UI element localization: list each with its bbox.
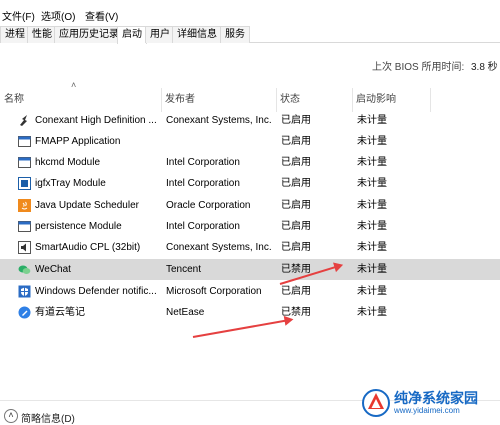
row-status: 已启用: [281, 115, 311, 126]
audio-icon: [18, 241, 31, 254]
row-impact: 未计量: [357, 178, 387, 189]
row-name: Conexant High Definition ...: [35, 115, 157, 126]
tab-performance[interactable]: 性能: [27, 26, 57, 43]
row-publisher: NetEase: [166, 307, 205, 318]
intel-graphics-icon: [18, 177, 31, 190]
generic-app-icon: [18, 221, 31, 232]
youdao-note-icon: [18, 306, 31, 319]
row-status: 已启用: [281, 221, 311, 232]
row-status: 已启用: [281, 200, 311, 211]
watermark: 纯净系统家园 www.yidaimei.com: [362, 387, 492, 419]
row-status: 已启用: [281, 286, 311, 297]
row-status: 已启用: [281, 157, 311, 168]
defender-icon: [18, 285, 31, 298]
row-publisher: Tencent: [166, 264, 202, 275]
menu-options[interactable]: 选项(O): [41, 8, 75, 23]
row-status: 已启用: [281, 178, 311, 189]
column-name[interactable]: 名称: [0, 88, 24, 112]
row-name: Windows Defender notific...: [35, 286, 157, 297]
watermark-title: 纯净系统家园: [394, 390, 478, 406]
watermark-logo-icon: [362, 389, 390, 417]
tab-processes[interactable]: 进程: [0, 26, 30, 43]
generic-app-icon: [18, 136, 31, 147]
tab-strip: 进程 性能 应用历史记录 启动 用户 详细信息 服务: [0, 26, 500, 44]
row-name: persistence Module: [35, 221, 122, 232]
menu-view[interactable]: 查看(V): [85, 8, 118, 23]
java-icon: [18, 199, 31, 212]
column-publisher[interactable]: 发布者: [161, 88, 195, 112]
row-impact: 未计量: [357, 286, 387, 297]
bios-time-label: 上次 BIOS 所用时间:: [372, 62, 465, 73]
generic-app-icon: [18, 157, 31, 168]
row-impact: 未计量: [357, 221, 387, 232]
conexant-icon: [20, 115, 27, 126]
row-name: FMAPP Application: [35, 136, 121, 147]
table-row[interactable]: Conexant High Definition ... Conexant Sy…: [0, 110, 500, 131]
row-publisher: Intel Corporation: [166, 178, 240, 189]
row-publisher: Oracle Corporation: [166, 200, 251, 211]
table-row[interactable]: hkcmd Module Intel Corporation 已启用 未计量: [0, 152, 500, 173]
fewer-details-link[interactable]: 简略信息(D): [21, 410, 75, 425]
row-publisher: Intel Corporation: [166, 221, 240, 232]
column-impact[interactable]: 启动影响: [352, 88, 396, 112]
collapse-chevron-icon[interactable]: ˄: [4, 409, 18, 423]
row-impact: 未计量: [357, 136, 387, 147]
row-publisher: [166, 131, 274, 152]
column-divider[interactable]: [430, 88, 431, 112]
row-impact: 未计量: [357, 307, 387, 318]
row-impact: 未计量: [357, 157, 387, 168]
table-row[interactable]: FMAPP Application 已启用 未计量: [0, 131, 500, 152]
bios-time-value: 3.8 秒: [471, 62, 498, 73]
tab-users[interactable]: 用户: [145, 26, 175, 43]
row-status: 已启用: [281, 136, 311, 147]
row-publisher: Conexant Systems, Inc.: [166, 242, 272, 253]
menu-file[interactable]: 文件(F): [2, 8, 35, 23]
table-header: 名称 发布者 状态 启动影响: [0, 88, 500, 112]
row-name: 有道云笔记: [35, 307, 85, 318]
table-row[interactable]: persistence Module Intel Corporation 已启用…: [0, 216, 500, 237]
tab-services[interactable]: 服务: [220, 26, 250, 43]
menu-bar: 文件(F) 选项(O) 查看(V): [0, 0, 500, 23]
row-impact: 未计量: [357, 200, 387, 211]
row-name: SmartAudio CPL (32bit): [35, 242, 141, 253]
watermark-url: www.yidaimei.com: [394, 406, 460, 415]
wechat-icon: [18, 265, 31, 274]
row-impact: 未计量: [357, 264, 387, 275]
table-row[interactable]: WeChat Tencent 已禁用 未计量: [0, 259, 500, 280]
row-publisher: Microsoft Corporation: [166, 286, 262, 297]
row-publisher: Conexant Systems, Inc.: [166, 115, 272, 126]
tab-startup[interactable]: 启动: [117, 26, 147, 44]
tab-details[interactable]: 详细信息: [172, 26, 222, 43]
table-row[interactable]: Java Update Scheduler Oracle Corporation…: [0, 195, 500, 216]
table-row[interactable]: Windows Defender notific... Microsoft Co…: [0, 281, 500, 302]
row-impact: 未计量: [357, 242, 387, 253]
column-status[interactable]: 状态: [276, 88, 300, 112]
row-publisher: Intel Corporation: [166, 157, 240, 168]
row-impact: 未计量: [357, 115, 387, 126]
table-row[interactable]: 有道云笔记 NetEase 已禁用 未计量: [0, 302, 500, 323]
table-row[interactable]: igfxTray Module Intel Corporation 已启用 未计…: [0, 173, 500, 194]
row-status: 已启用: [281, 242, 311, 253]
row-name: igfxTray Module: [35, 178, 106, 189]
row-name: WeChat: [35, 264, 71, 275]
table-row[interactable]: SmartAudio CPL (32bit) Conexant Systems,…: [0, 237, 500, 258]
tab-app-history[interactable]: 应用历史记录: [54, 26, 124, 43]
row-name: Java Update Scheduler: [35, 200, 139, 211]
row-name: hkcmd Module: [35, 157, 101, 168]
